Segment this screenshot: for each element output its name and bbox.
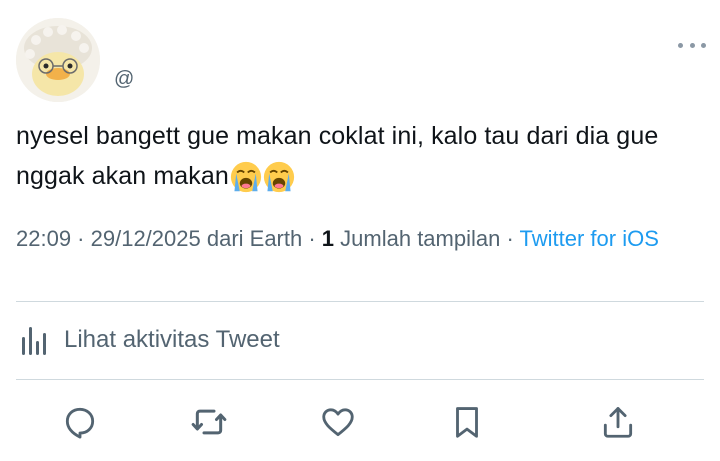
- retweet-button[interactable]: [189, 402, 229, 442]
- reply-icon: [65, 407, 95, 439]
- bookmark-button[interactable]: [447, 402, 487, 442]
- tweet-header: @: [16, 16, 706, 104]
- activity-label: Lihat aktivitas Tweet: [64, 326, 280, 353]
- divider: [16, 379, 704, 380]
- more-dot-icon: [701, 42, 706, 48]
- share-button[interactable]: [598, 402, 638, 442]
- tweet-date[interactable]: 29/12/2025: [91, 226, 201, 251]
- more-dot-icon: [689, 42, 695, 48]
- analytics-icon: [22, 327, 46, 355]
- reply-button[interactable]: [60, 402, 100, 442]
- avatar[interactable]: [16, 18, 100, 102]
- meta-separator: ·: [500, 226, 520, 251]
- share-icon: [603, 407, 633, 438]
- loudly-crying-face-icon: [230, 162, 261, 193]
- loudly-crying-face-icon: [263, 162, 294, 193]
- avatar-image: [16, 18, 100, 102]
- views-count: 1: [321, 226, 335, 251]
- like-button[interactable]: [318, 402, 358, 442]
- more-dot-icon: [678, 42, 683, 48]
- meta-separator: ·: [302, 226, 322, 251]
- tweet-detail: @ nyesel bangett gue makan coklat ini, k…: [0, 0, 720, 461]
- tweet-source: dari Earth: [200, 226, 303, 251]
- tweet-actions-bar: [16, 398, 704, 448]
- like-icon: [322, 408, 354, 437]
- tweet-activity-link[interactable]: Lihat aktivitas Tweet: [16, 320, 704, 360]
- user-handle[interactable]: @: [114, 68, 134, 91]
- divider: [16, 301, 704, 302]
- more-options-button[interactable]: [678, 38, 706, 52]
- client-link[interactable]: Twitter for iOS: [520, 226, 659, 251]
- bookmark-icon: [456, 407, 478, 438]
- tweet-meta: 22:09 · 29/12/2025 dari Earth · 1 Jumlah…: [16, 224, 696, 253]
- tweet-time[interactable]: 22:09: [16, 226, 71, 251]
- tweet-text: nyesel bangett gue makan coklat ini, kal…: [16, 116, 696, 196]
- views-label: Jumlah tampilan: [334, 226, 501, 251]
- meta-separator: ·: [71, 226, 91, 251]
- tweet-text-content: nyesel bangett gue makan coklat ini, kal…: [16, 122, 659, 190]
- retweet-icon: [191, 409, 227, 435]
